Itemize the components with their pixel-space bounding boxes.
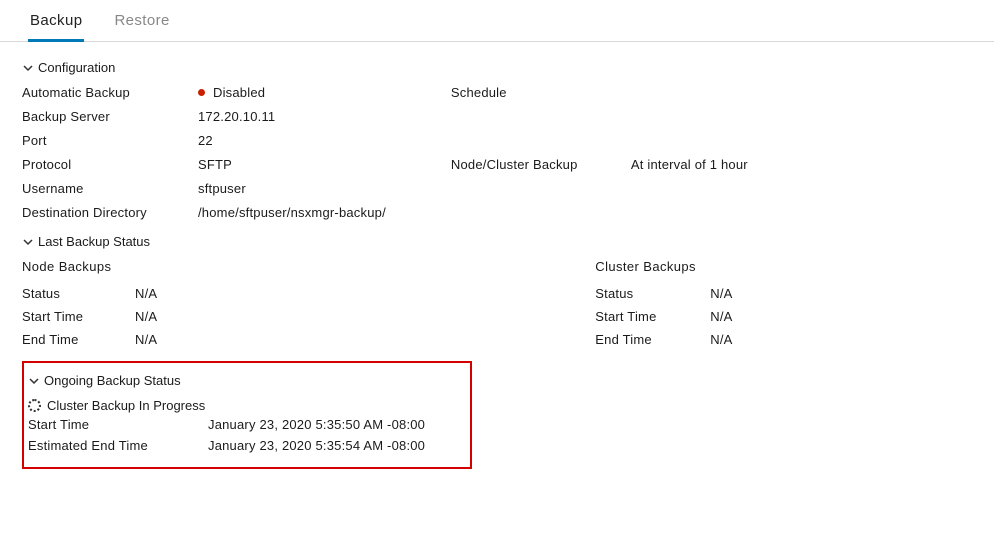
automatic-backup-value: Disabled xyxy=(198,85,386,100)
dest-dir-value: /home/sftpuser/nsxmgr-backup/ xyxy=(198,205,386,220)
port-label: Port xyxy=(22,133,198,148)
ongoing-grid: Start Time January 23, 2020 5:35:50 AM -… xyxy=(28,417,456,453)
status-dot-icon xyxy=(198,89,205,96)
cluster-end-value: N/A xyxy=(710,332,732,347)
cluster-end-label: End Time xyxy=(595,332,710,347)
last-backup-grid: Node Backups Status N/A Start Time N/A E… xyxy=(22,259,994,347)
tabs-bar: Backup Restore xyxy=(0,0,994,42)
section-configuration-header[interactable]: Configuration xyxy=(22,60,994,75)
protocol-value: SFTP xyxy=(198,157,386,172)
node-start-label: Start Time xyxy=(22,309,135,324)
configuration-grid: Automatic Backup Disabled Backup Server … xyxy=(22,85,994,220)
ongoing-start-value: January 23, 2020 5:35:50 AM -08:00 xyxy=(208,417,456,432)
ongoing-progress-text: Cluster Backup In Progress xyxy=(47,398,205,413)
node-backups-column: Node Backups Status N/A Start Time N/A E… xyxy=(22,259,157,347)
section-title: Last Backup Status xyxy=(38,234,150,249)
cluster-start-label: Start Time xyxy=(595,309,710,324)
username-value: sftpuser xyxy=(198,181,386,196)
username-label: Username xyxy=(22,181,198,196)
ongoing-est-end-value: January 23, 2020 5:35:54 AM -08:00 xyxy=(208,438,456,453)
node-status-label: Status xyxy=(22,286,135,301)
chevron-down-icon xyxy=(22,236,34,248)
node-start-value: N/A xyxy=(135,309,157,324)
cluster-backups-column: Cluster Backups Status N/A Start Time N/… xyxy=(595,259,732,347)
ongoing-backup-box: Ongoing Backup Status Cluster Backup In … xyxy=(22,361,472,469)
backup-server-value: 172.20.10.11 xyxy=(198,109,386,124)
backup-server-label: Backup Server xyxy=(22,109,198,124)
node-cluster-backup-label: Node/Cluster Backup xyxy=(451,157,631,220)
chevron-down-icon xyxy=(22,62,34,74)
protocol-label: Protocol xyxy=(22,157,198,172)
node-end-value: N/A xyxy=(135,332,157,347)
section-last-backup-header[interactable]: Last Backup Status xyxy=(22,234,994,249)
port-value: 22 xyxy=(198,133,386,148)
content-area: Configuration Automatic Backup Disabled … xyxy=(0,42,994,489)
tab-backup[interactable]: Backup xyxy=(28,8,84,42)
cluster-status-label: Status xyxy=(595,286,710,301)
ongoing-start-label: Start Time xyxy=(28,417,208,432)
node-backups-heading: Node Backups xyxy=(22,259,157,274)
spinner-icon xyxy=(28,399,41,412)
node-cluster-backup-value: At interval of 1 hour xyxy=(631,157,748,220)
cluster-backups-heading: Cluster Backups xyxy=(595,259,732,274)
section-title: Configuration xyxy=(38,60,115,75)
node-status-value: N/A xyxy=(135,286,157,301)
node-end-label: End Time xyxy=(22,332,135,347)
tab-restore[interactable]: Restore xyxy=(112,8,171,42)
ongoing-est-end-label: Estimated End Time xyxy=(28,438,208,453)
config-left-column: Automatic Backup Disabled Backup Server … xyxy=(22,85,426,220)
ongoing-progress-line: Cluster Backup In Progress xyxy=(28,398,456,413)
config-right-column: Schedule Node/Cluster Backup At interval… xyxy=(451,85,748,220)
chevron-down-icon xyxy=(28,375,40,387)
section-ongoing-header[interactable]: Ongoing Backup Status xyxy=(28,373,456,388)
dest-dir-label: Destination Directory xyxy=(22,205,198,220)
section-title: Ongoing Backup Status xyxy=(44,373,181,388)
cluster-start-value: N/A xyxy=(710,309,732,324)
automatic-backup-text: Disabled xyxy=(213,85,265,100)
cluster-status-value: N/A xyxy=(710,286,732,301)
schedule-label: Schedule xyxy=(451,85,631,148)
automatic-backup-label: Automatic Backup xyxy=(22,85,198,100)
